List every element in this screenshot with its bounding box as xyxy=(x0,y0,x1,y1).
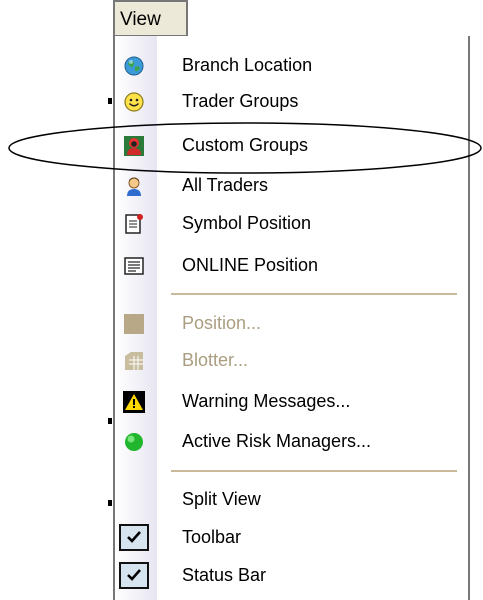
menu-item-label: Position... xyxy=(182,313,262,333)
position-square-icon xyxy=(124,314,144,334)
globe-icon xyxy=(124,56,144,76)
menu-item-status-bar[interactable]: Status Bar xyxy=(115,558,468,594)
menu-item-symbol-position[interactable]: Symbol Position xyxy=(115,206,468,242)
menu-item-label: Split View xyxy=(182,489,261,509)
menu-item-label: Toolbar xyxy=(182,527,242,547)
edge-mark xyxy=(108,418,112,424)
document-flag-icon xyxy=(125,214,143,234)
checkbox[interactable] xyxy=(119,562,149,589)
menu-item-label: Status Bar xyxy=(182,565,267,585)
menu-item-label: Trader Groups xyxy=(182,91,299,111)
trader-person-icon xyxy=(127,177,141,196)
edge-mark xyxy=(108,98,112,104)
green-ball-icon xyxy=(125,433,143,451)
menu-item-position: Position... xyxy=(115,306,468,342)
document-lines-icon xyxy=(124,257,144,275)
menu-item-label: Warning Messages... xyxy=(182,391,351,411)
menu-item-label: ONLINE Position xyxy=(182,255,319,275)
menu-item-label: Branch Location xyxy=(182,55,313,75)
menu-item-online-position[interactable]: ONLINE Position xyxy=(115,248,468,284)
menu-item-active-risk-managers[interactable]: Active Risk Managers... xyxy=(115,424,468,460)
edge-mark xyxy=(108,500,112,506)
menu-item-branch-location[interactable]: Branch Location xyxy=(115,48,468,84)
highlight-oval xyxy=(8,122,482,174)
menu-item-label: Active Risk Managers... xyxy=(182,431,372,451)
checkmark-icon xyxy=(127,531,141,543)
warning-triangle-icon xyxy=(123,391,145,413)
menu-separator xyxy=(171,470,457,472)
menu-item-toolbar[interactable]: Toolbar xyxy=(115,520,468,556)
checkmark-icon xyxy=(127,569,141,581)
menu-item-label: Blotter... xyxy=(182,350,249,370)
menu-item-warning-messages[interactable]: Warning Messages... xyxy=(115,384,468,420)
menu-item-label: Symbol Position xyxy=(182,213,312,233)
menu-item-blotter: Blotter... xyxy=(115,343,468,379)
menu-separator xyxy=(171,293,457,295)
smiley-icon xyxy=(124,92,144,112)
menu-item-split-view[interactable]: Split View xyxy=(115,482,468,518)
checkbox[interactable] xyxy=(119,524,149,551)
menu-item-label: All Traders xyxy=(182,175,269,195)
blotter-table-icon xyxy=(125,352,143,370)
menu-item-trader-groups[interactable]: Trader Groups xyxy=(115,84,468,120)
view-menu-label: View xyxy=(120,9,161,30)
view-menu-title[interactable]: View xyxy=(113,0,188,37)
